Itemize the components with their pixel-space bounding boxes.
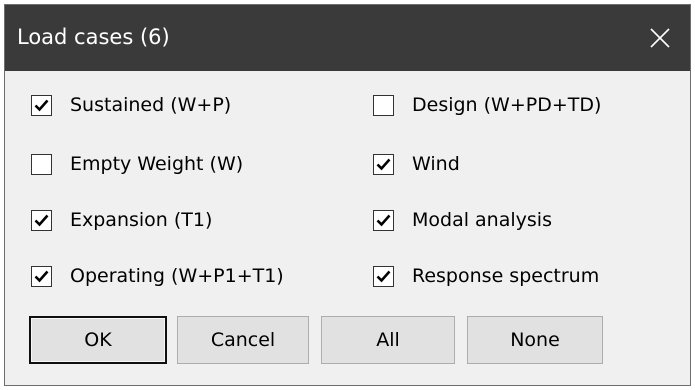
close-button[interactable]	[630, 5, 690, 71]
checkbox-label: Sustained (W+P)	[70, 94, 232, 116]
checkbox-response-spectrum[interactable]: Response spectrum	[373, 261, 599, 291]
close-icon	[650, 28, 670, 48]
checkmark-icon	[376, 158, 391, 170]
checkbox-label: Operating (W+P1+T1)	[70, 265, 284, 287]
load-cases-dialog: Load cases (6) Sustained (W+P) Empty Wei…	[4, 4, 691, 386]
checkbox-box[interactable]	[373, 94, 394, 116]
checkbox-empty-weight[interactable]: Empty Weight (W)	[31, 149, 243, 179]
checkbox-label: Design (W+PD+TD)	[412, 94, 602, 116]
checkbox-box[interactable]	[373, 265, 394, 287]
dialog-title: Load cases (6)	[17, 25, 170, 49]
checkmark-icon	[34, 214, 49, 226]
cancel-button[interactable]: Cancel	[177, 316, 309, 364]
ok-button[interactable]: OK	[29, 316, 167, 364]
checkmark-icon	[34, 270, 49, 282]
checkbox-box[interactable]	[31, 265, 52, 287]
all-button[interactable]: All	[321, 316, 455, 364]
checkbox-box[interactable]	[31, 153, 52, 175]
checkmark-icon	[376, 270, 391, 282]
title-bar: Load cases (6)	[5, 5, 690, 71]
checkbox-label: Response spectrum	[412, 265, 600, 287]
checkbox-box[interactable]	[373, 209, 394, 231]
checkbox-operating[interactable]: Operating (W+P1+T1)	[31, 261, 284, 291]
none-button[interactable]: None	[467, 316, 603, 364]
checkbox-wind[interactable]: Wind	[373, 149, 460, 179]
checkbox-box[interactable]	[31, 209, 52, 231]
checkbox-box[interactable]	[373, 153, 394, 175]
checkbox-modal-analysis[interactable]: Modal analysis	[373, 205, 552, 235]
checkbox-design[interactable]: Design (W+PD+TD)	[373, 90, 601, 120]
checkbox-label: Expansion (T1)	[70, 209, 213, 231]
checkbox-label: Wind	[412, 153, 460, 175]
checkbox-expansion[interactable]: Expansion (T1)	[31, 205, 212, 235]
checkbox-label: Empty Weight (W)	[70, 153, 244, 175]
checkbox-label: Modal analysis	[412, 209, 552, 231]
checkbox-sustained[interactable]: Sustained (W+P)	[31, 90, 231, 120]
checkbox-box[interactable]	[31, 94, 52, 116]
checkmark-icon	[376, 214, 391, 226]
checkmark-icon	[34, 99, 49, 111]
